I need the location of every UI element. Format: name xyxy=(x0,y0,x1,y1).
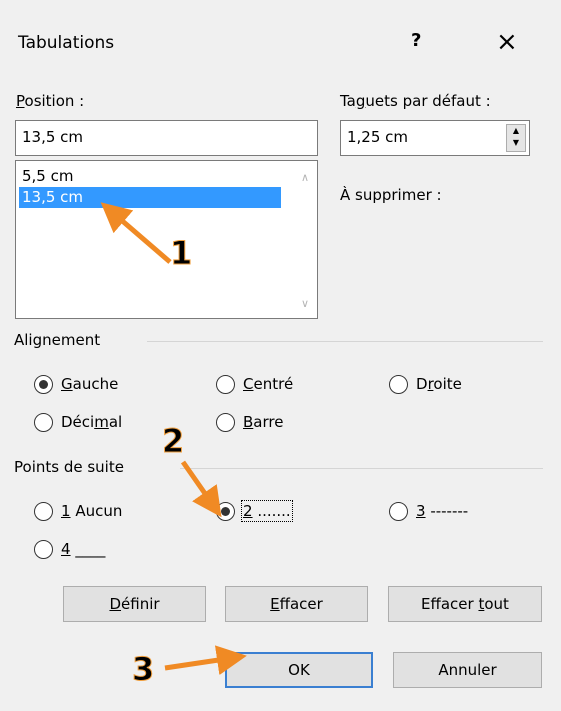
annotation-number-3: 3 xyxy=(131,650,155,689)
arrow-1 xyxy=(100,202,172,264)
tabs-dialog: Tabulations ? × Position : 13,5 cm 5,5 c… xyxy=(0,0,561,711)
annotation-number-1: 1 xyxy=(169,234,193,273)
arrow-2 xyxy=(180,460,222,518)
annotation-number-2: 2 xyxy=(161,422,185,461)
arrow-3 xyxy=(164,645,247,676)
annotation-overlay xyxy=(100,202,247,676)
